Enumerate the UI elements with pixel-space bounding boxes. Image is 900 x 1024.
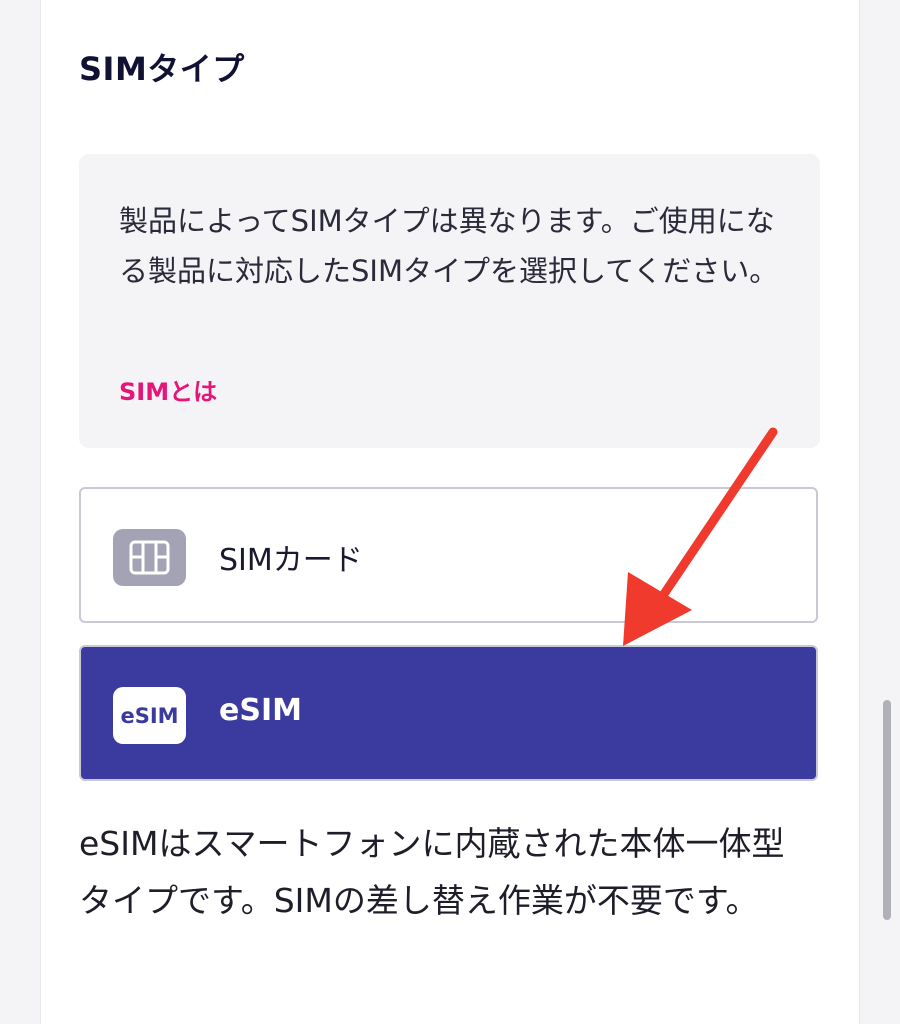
section-title: SIMタイプ bbox=[79, 50, 245, 88]
esim-label: eSIM bbox=[219, 693, 302, 728]
esim-description: eSIMはスマートフォンに内蔵された本体一体型タイプです。SIMの差し替え作業が… bbox=[79, 824, 785, 920]
esim-option[interactable]: eSIM eSIM bbox=[79, 645, 818, 781]
esim-icon: eSIM bbox=[113, 687, 186, 744]
sim-card-label: SIMカード bbox=[219, 543, 363, 578]
scrollbar[interactable] bbox=[883, 700, 891, 920]
info-text: 製品によってSIMタイプは異なります。ご使用になる製品に対応したSIMタイプを選… bbox=[119, 204, 779, 288]
sim-card-option[interactable]: SIMカード bbox=[79, 487, 818, 623]
page: SIMタイプ 製品によってSIMタイプは異なります。ご使用になる製品に対応したS… bbox=[0, 0, 900, 1024]
what-is-sim-link[interactable]: SIMとは bbox=[119, 372, 217, 407]
sim-card-icon bbox=[113, 529, 186, 586]
info-box: 製品によってSIMタイプは異なります。ご使用になる製品に対応したSIMタイプを選… bbox=[79, 154, 820, 448]
